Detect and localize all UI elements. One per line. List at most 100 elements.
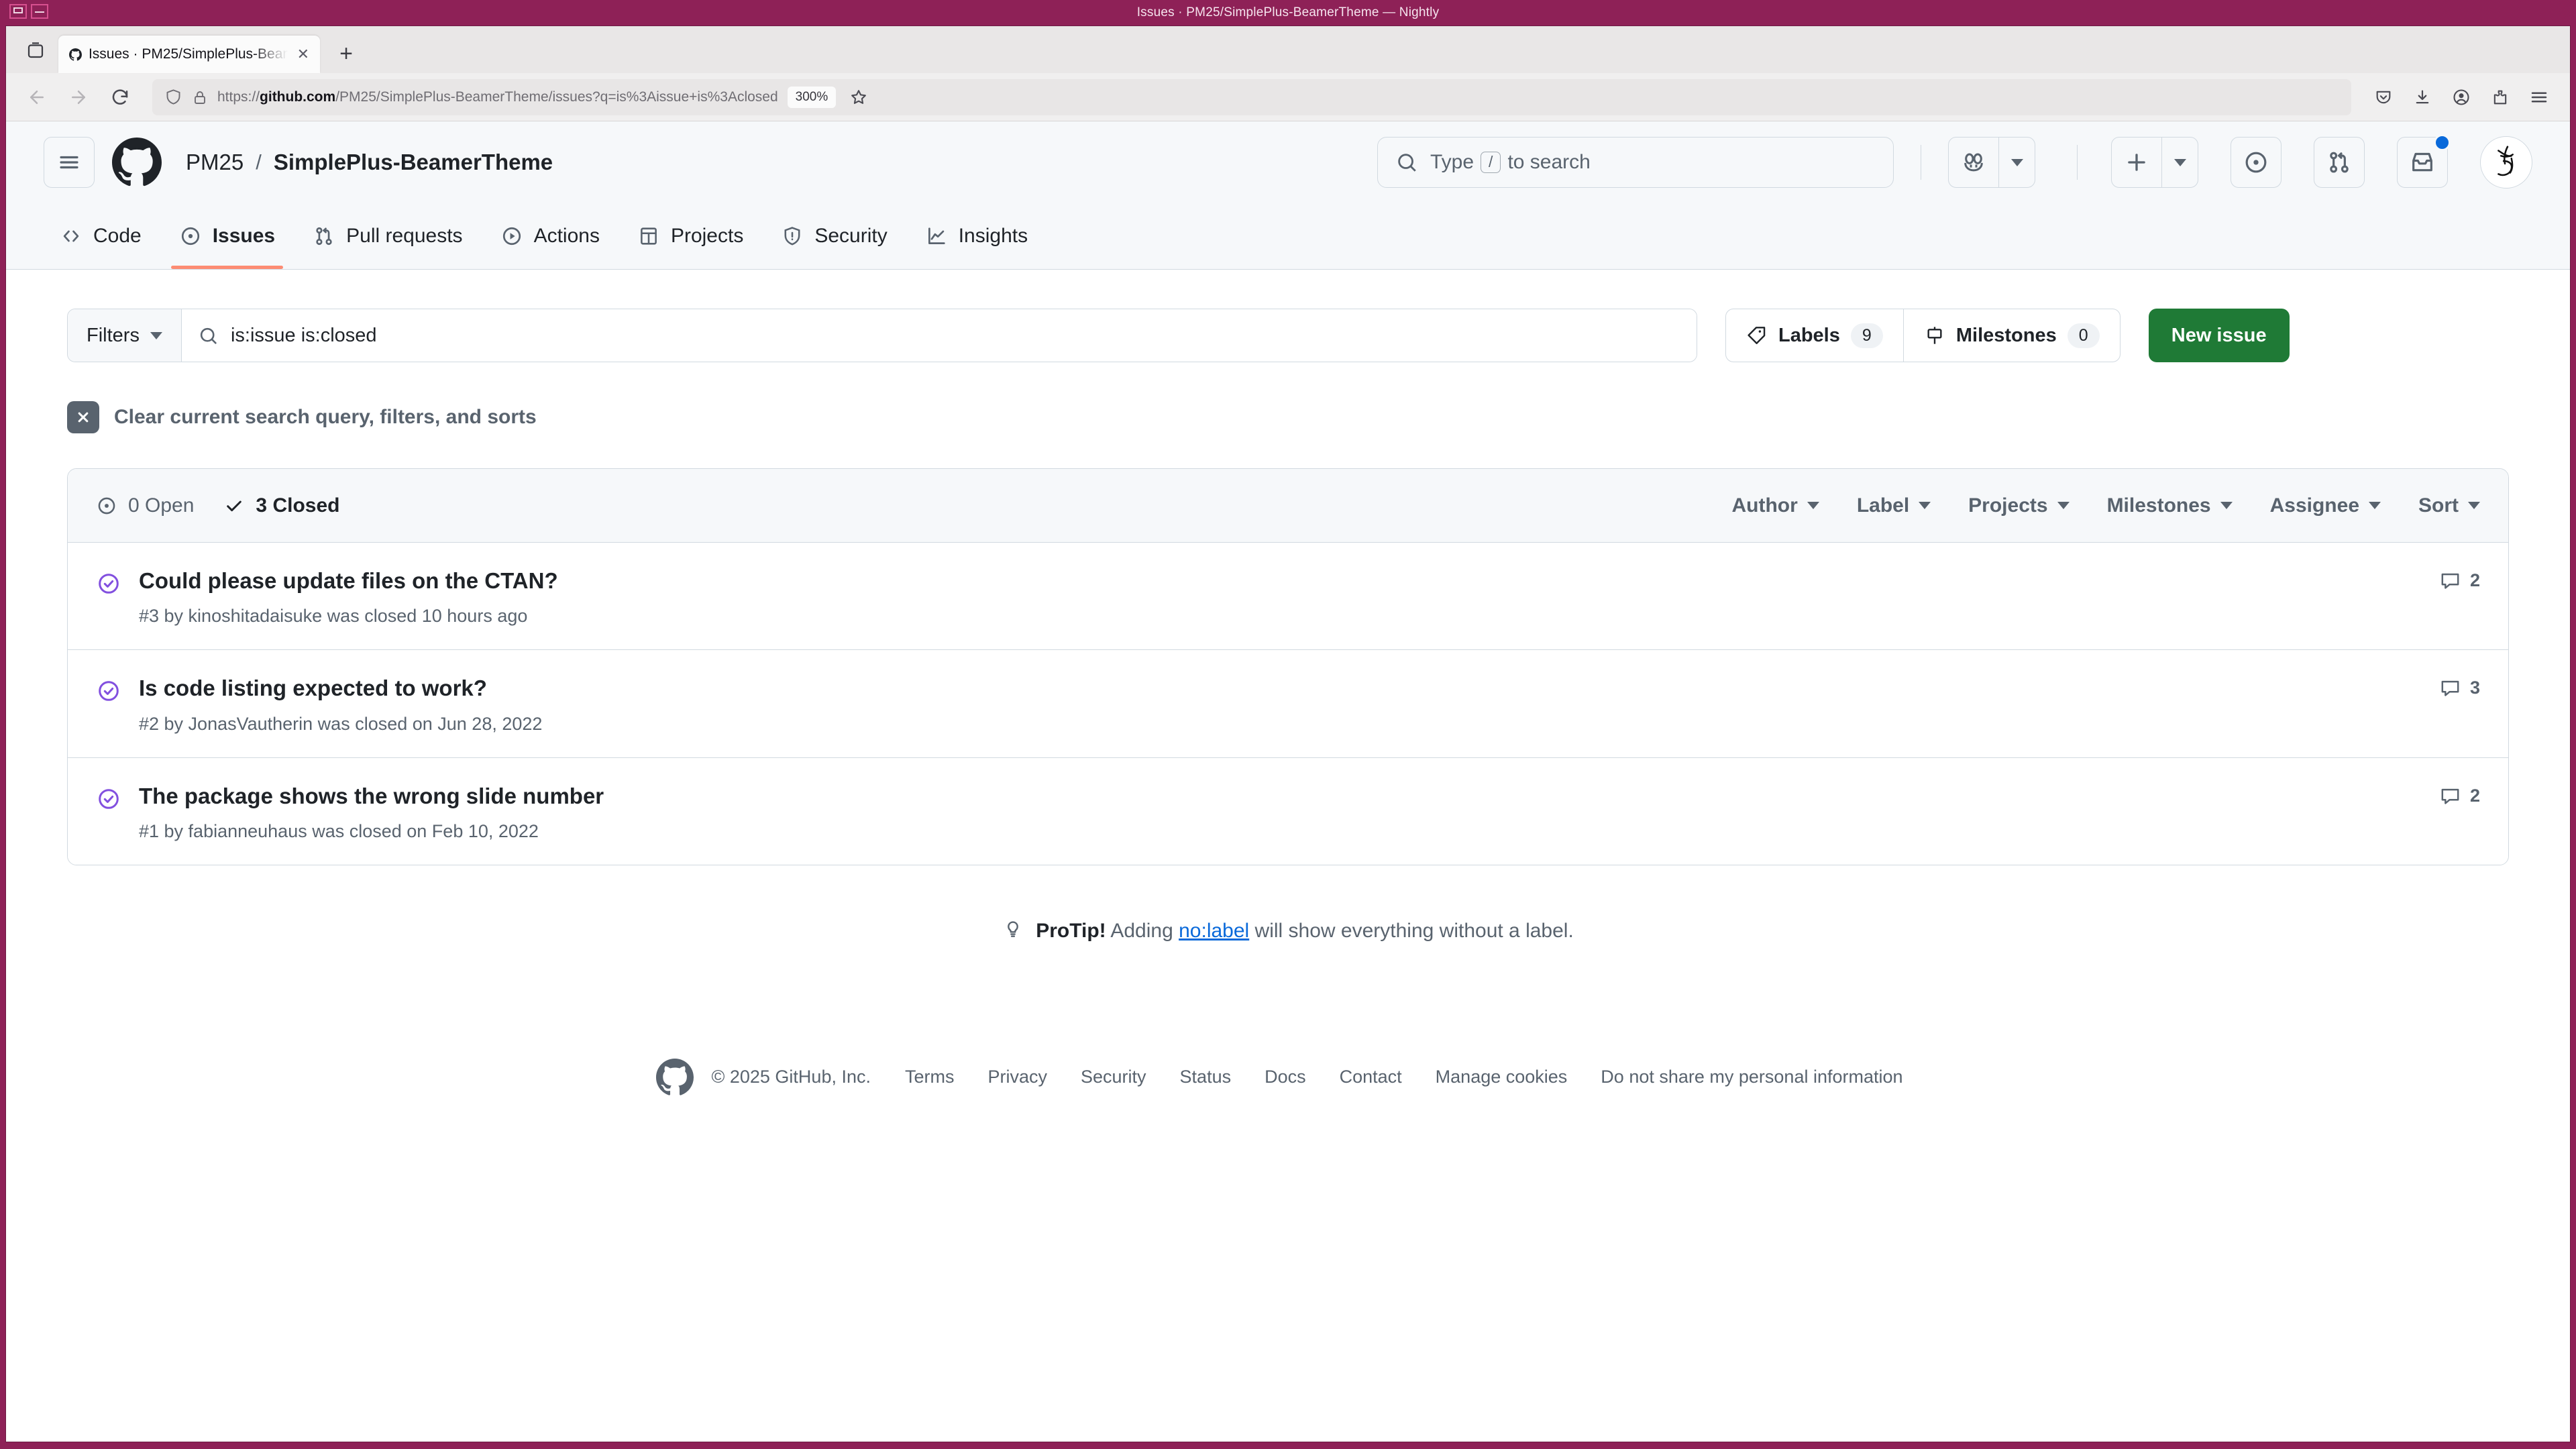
breadcrumb-owner[interactable]: PM25 [186,150,244,175]
notifications-button[interactable] [2397,137,2448,188]
tag-icon [1746,325,1768,346]
github-logo-icon[interactable] [112,136,164,189]
footer-link-contact[interactable]: Contact [1323,1067,1419,1087]
issues-link[interactable] [2231,137,2282,188]
chevron-down-icon[interactable] [1998,138,2035,187]
repo-tab-actions[interactable]: Actions [484,203,616,269]
github-header: PM25 / SimplePlus-BeamerTheme Type / to … [6,121,2570,270]
footer-link-manage-cookies[interactable]: Manage cookies [1419,1067,1585,1087]
issue-title[interactable]: Could please update files on the CTAN? [139,567,2439,594]
copilot-button[interactable] [1948,137,2035,188]
copilot-icon[interactable] [1949,138,1998,187]
new-issue-button[interactable]: New issue [2149,309,2290,362]
assignee-dropdown[interactable]: Assignee [2251,494,2400,517]
footer-link-status[interactable]: Status [1163,1067,1248,1087]
hamburger-menu-icon[interactable] [2520,78,2558,116]
sort-dropdown[interactable]: Sort [2400,494,2480,517]
footer-link-do-not-share[interactable]: Do not share my personal information [1584,1067,1919,1087]
repo-tab-code[interactable]: Code [44,203,158,269]
tab-list-icon[interactable] [17,32,54,69]
issue-closed-completed-icon [96,678,121,707]
avatar[interactable] [2480,136,2532,189]
chevron-down-icon [2468,502,2480,509]
x-circle-icon[interactable] [67,401,99,433]
filters-button[interactable]: Filters [68,309,182,362]
labels-count: 9 [1851,323,1883,348]
table-row[interactable]: The package shows the wrong slide number… [68,758,2508,865]
chevron-down-icon [2369,502,2381,509]
clear-search-label: Clear current search query, filters, and… [114,406,537,429]
repo-tab-pull-requests[interactable]: Pull requests [297,203,478,269]
graph-icon [925,225,948,248]
projects-dropdown[interactable]: Projects [1949,494,2088,517]
protip: ProTip! Adding no:label will show everyt… [67,918,2509,945]
footer-copyright: © 2025 GitHub, Inc. [711,1067,871,1087]
browser-tabstrip: Issues · PM25/SimplePlus-BeamerTheme ✕ + [6,26,2570,73]
new-tab-button[interactable]: + [329,37,363,70]
shield-icon [781,225,804,248]
author-dropdown[interactable]: Author [1713,494,1838,517]
download-icon[interactable] [2404,78,2441,116]
notification-dot [2434,134,2451,151]
closed-issues-filter[interactable]: 3 Closed [223,494,339,517]
create-new-button[interactable] [2111,137,2198,188]
play-icon [500,225,523,248]
search-input[interactable]: Type / to search [1377,137,1894,188]
zoom-level-badge[interactable]: 300% [788,87,837,108]
shield-icon [164,88,182,106]
table-row[interactable]: Is code listing expected to work? #2 by … [68,650,2508,757]
repo-tab-label: Security [814,225,887,248]
search-input[interactable]: is:issue is:closed [182,309,1697,362]
issue-comment-count[interactable]: 2 [2439,785,2480,807]
window-minimize-button[interactable] [31,4,48,19]
no-label-link[interactable]: no:label [1179,920,1249,942]
repo-tab-insights[interactable]: Insights [909,203,1044,269]
issue-opened-icon [96,495,117,517]
issue-body: Is code listing expected to work? #2 by … [139,674,2439,734]
chevron-down-icon [2220,502,2233,509]
issue-comment-count[interactable]: 2 [2439,570,2480,592]
close-icon[interactable]: ✕ [294,46,312,63]
open-issues-filter[interactable]: 0 Open [96,494,194,517]
plus-icon[interactable] [2112,138,2161,187]
browser-tab[interactable]: Issues · PM25/SimplePlus-BeamerTheme ✕ [58,36,320,73]
repo-tab-security[interactable]: Security [765,203,903,269]
milestones-button[interactable]: Milestones 0 [1903,309,2120,362]
issue-meta: #3 by kinoshitadaisuke was closed 10 hou… [139,606,2439,627]
extensions-icon[interactable] [2481,78,2519,116]
urlbar-actions: 300% [788,78,878,116]
url-bar[interactable]: https://github.com/PM25/SimplePlus-Beame… [152,79,2351,115]
pull-requests-link[interactable] [2314,137,2365,188]
back-arrow-icon[interactable] [18,78,56,116]
pocket-icon[interactable] [2365,78,2402,116]
chevron-down-icon[interactable] [2161,138,2198,187]
clear-search-row[interactable]: Clear current search query, filters, and… [67,401,2509,433]
lock-icon [192,89,208,105]
chevron-down-icon [1807,502,1819,509]
issue-title[interactable]: Is code listing expected to work? [139,674,2439,702]
lightbulb-icon [1002,918,1024,945]
label-dropdown[interactable]: Label [1838,494,1949,517]
window-titlebar: Issues · PM25/SimplePlus-BeamerTheme — N… [5,0,2571,25]
account-icon[interactable] [2443,78,2480,116]
repo-tab-issues[interactable]: Issues [163,203,291,269]
forward-arrow-icon[interactable] [60,78,97,116]
github-favicon-icon [69,46,82,63]
star-icon[interactable] [840,78,877,116]
window-restore-button[interactable] [9,4,27,19]
issue-comment-count[interactable]: 3 [2439,677,2480,699]
footer-link-privacy[interactable]: Privacy [971,1067,1064,1087]
comment-icon [2439,677,2461,699]
issue-title[interactable]: The package shows the wrong slide number [139,782,2439,810]
issue-opened-icon [2243,149,2269,176]
breadcrumb-repo[interactable]: SimplePlus-BeamerTheme [274,150,553,175]
hamburger-menu-icon[interactable] [44,137,95,188]
footer-link-docs[interactable]: Docs [1248,1067,1323,1087]
footer-link-terms[interactable]: Terms [888,1067,971,1087]
table-row[interactable]: Could please update files on the CTAN? #… [68,543,2508,650]
footer-link-security[interactable]: Security [1064,1067,1163,1087]
reload-icon[interactable] [101,78,139,116]
milestones-dropdown[interactable]: Milestones [2088,494,2251,517]
labels-button[interactable]: Labels 9 [1726,309,1903,362]
repo-tab-projects[interactable]: Projects [621,203,759,269]
